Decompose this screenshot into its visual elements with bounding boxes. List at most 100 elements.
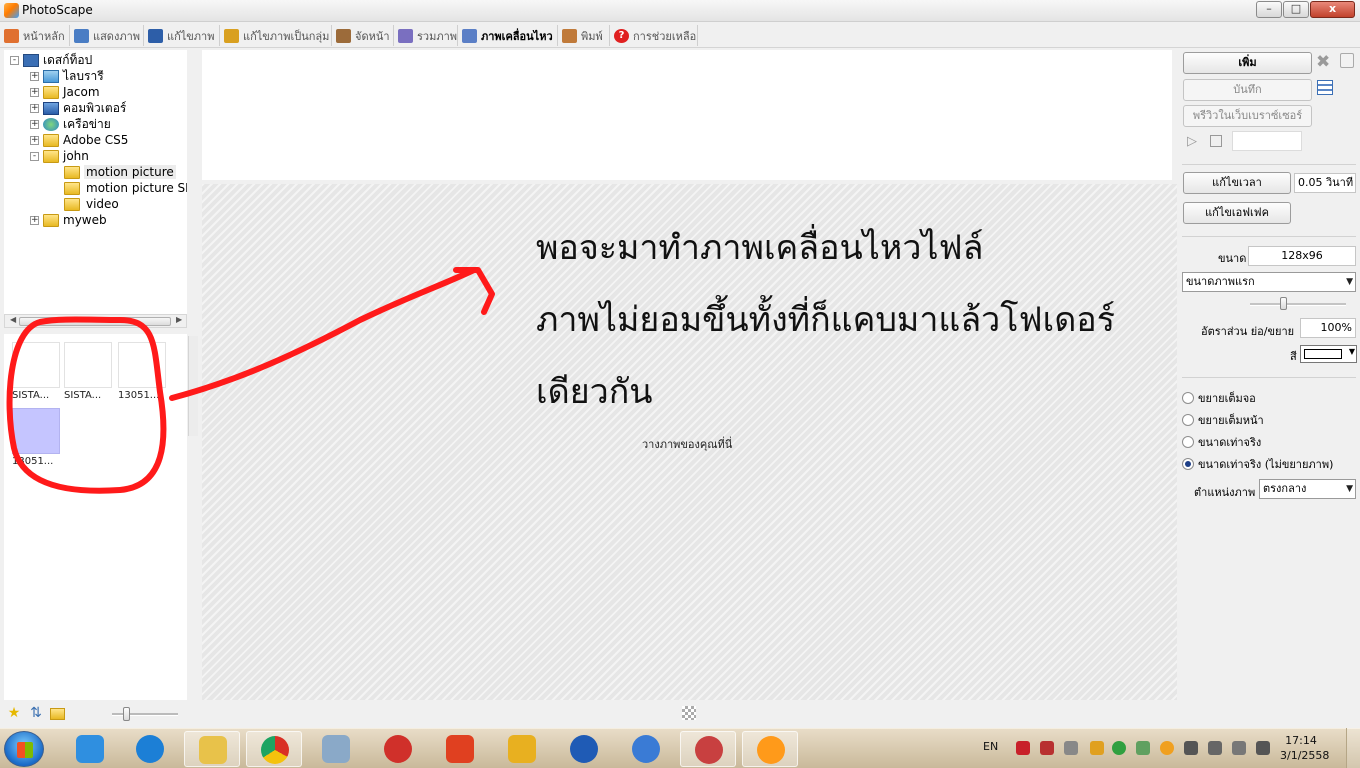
taskbar-calculator[interactable]	[308, 731, 364, 767]
edit-effect-button[interactable]: แก้ไขเอฟเฟค	[1183, 202, 1291, 224]
expand-icon[interactable]: +	[30, 87, 39, 97]
volume-tray-icon[interactable]	[1208, 741, 1222, 755]
taskbar-app-k[interactable]	[432, 731, 488, 767]
add-button[interactable]: เพิ่ม	[1183, 52, 1312, 74]
taskbar-tools[interactable]	[494, 731, 550, 767]
radio-dot[interactable]	[1182, 436, 1194, 448]
color-picker[interactable]: ▼	[1300, 345, 1357, 363]
radio-fit-page[interactable]: ขยายเต็มหน้า	[1182, 411, 1264, 429]
adobe-tray-icon[interactable]	[1016, 741, 1030, 755]
scroll-left-arrow-icon[interactable]: ◀	[10, 315, 16, 324]
tab-home[interactable]: หน้าหลัก	[2, 25, 70, 46]
show-desktop-button[interactable]	[1346, 728, 1360, 768]
thumbnail-zoom-slider[interactable]	[112, 713, 178, 716]
radio-actual-size[interactable]: ขนาดเท่าจริง	[1182, 433, 1261, 451]
orange-tray-icon[interactable]	[1160, 741, 1174, 755]
browser-preview-button[interactable]: พรีวิวในเว็บเบราซ์เซอร์	[1183, 105, 1312, 127]
tab-combine[interactable]: รวมภาพ	[396, 25, 458, 46]
play-icon[interactable]: ▷	[1187, 134, 1197, 149]
taskbar-clock[interactable]: 17:14 3/1/2558	[1280, 733, 1329, 763]
display-tray-icon[interactable]	[1256, 741, 1270, 755]
stop-icon[interactable]	[1210, 135, 1222, 147]
tab-editor[interactable]: แก้ไขภาพ	[146, 25, 220, 46]
taskbar-app-gauge[interactable]	[680, 731, 736, 767]
scrollbar-thumb[interactable]	[19, 317, 171, 326]
thumbnail-image[interactable]	[12, 342, 60, 388]
taskbar-itunes[interactable]	[618, 731, 674, 767]
close-button[interactable]: x	[1310, 1, 1355, 18]
tree-item-adobe-cs5[interactable]: + Adobe CS5	[30, 132, 128, 148]
thumbnail-item[interactable]: SISTA...	[12, 342, 62, 401]
expand-icon[interactable]: +	[30, 71, 39, 81]
tree-item-myweb[interactable]: + myweb	[30, 212, 107, 228]
time-field[interactable]: 0.05 วินาที	[1294, 173, 1356, 193]
expand-icon[interactable]: +	[30, 215, 39, 225]
thumbnail-image-selected[interactable]	[12, 408, 60, 454]
flag-tray-icon[interactable]	[1184, 741, 1198, 755]
tab-print[interactable]: พิมพ์	[560, 25, 610, 46]
thumbnail-item[interactable]: SISTA...	[64, 342, 114, 401]
taskbar-chrome[interactable]	[246, 731, 302, 767]
minimize-button[interactable]: –	[1256, 1, 1282, 18]
tab-viewer[interactable]: แสดงภาพ	[72, 25, 144, 46]
transparency-icon[interactable]	[682, 706, 696, 720]
size-select[interactable]: ขนาดภาพแรก ▼	[1182, 272, 1356, 292]
radio-dot[interactable]	[1182, 414, 1194, 426]
radio-actual-size-no-zoom[interactable]: ขนาดเท่าจริง (ไม่ขยายภาพ)	[1182, 455, 1333, 473]
thumbnail-image[interactable]	[118, 342, 166, 388]
trash-icon[interactable]	[1340, 53, 1354, 68]
taskbar-internet-explorer[interactable]	[122, 731, 178, 767]
thumbnail-zoom-knob[interactable]	[123, 707, 130, 721]
tab-help[interactable]: ? การช่วยเหลือ	[612, 25, 698, 46]
radio-dot[interactable]	[1182, 392, 1194, 404]
tree-item-motion-picture-sis[interactable]: motion picture SIS	[64, 180, 187, 196]
radio-dot-checked[interactable]	[1182, 458, 1194, 470]
taskbar-file-explorer[interactable]	[184, 731, 240, 767]
check-tray-icon[interactable]	[1136, 741, 1150, 755]
refresh-icon[interactable]: ⇅	[28, 706, 44, 721]
expand-icon[interactable]: +	[30, 103, 39, 113]
security-tray-icon[interactable]	[1040, 741, 1054, 755]
save-button[interactable]: บันทึก	[1183, 79, 1312, 101]
thumbnail-item[interactable]: 13051...	[118, 342, 168, 401]
ratio-slider-knob[interactable]	[1280, 297, 1287, 310]
device-tray-icon[interactable]	[1232, 741, 1246, 755]
collapse-icon[interactable]: -	[30, 151, 39, 161]
delete-icon[interactable]: ✖	[1316, 52, 1330, 72]
tree-horizontal-scrollbar[interactable]: ◀ ▶	[4, 314, 187, 328]
collapse-icon[interactable]: -	[10, 55, 19, 65]
scroll-right-arrow-icon[interactable]: ▶	[176, 315, 182, 324]
network-tray-icon[interactable]	[1064, 741, 1078, 755]
frame-list[interactable]	[202, 50, 1172, 180]
tree-item-motion-picture[interactable]: motion picture	[64, 164, 176, 180]
edit-time-button[interactable]: แก้ไขเวลา	[1183, 172, 1291, 194]
panel-splitter[interactable]	[188, 336, 198, 436]
ratio-slider[interactable]	[1250, 303, 1346, 306]
star-icon[interactable]: ★	[6, 706, 22, 721]
preview-canvas[interactable]: พอจะมาทำภาพเคลื่อนไหวไฟล์ ภาพไม่ยอมขึ้นท…	[202, 184, 1177, 700]
radio-fit-screen[interactable]: ขยายเต็มจอ	[1182, 389, 1256, 407]
maximize-button[interactable]: □	[1283, 1, 1309, 18]
tree-item-library[interactable]: + ไลบรารี	[30, 68, 104, 84]
tab-animated-gif[interactable]: ภาพเคลื่อนไหว	[460, 25, 558, 46]
tab-batch-editor[interactable]: แก้ไขภาพเป็นกลุ่ม	[222, 25, 332, 46]
taskbar-firefox[interactable]	[556, 731, 612, 767]
expand-icon[interactable]: +	[30, 135, 39, 145]
taskbar-media-player[interactable]	[62, 731, 118, 767]
tree-item-network[interactable]: + เครือข่าย	[30, 116, 111, 132]
position-select[interactable]: ตรงกลาง ▼	[1259, 479, 1356, 499]
taskbar-app-red[interactable]	[370, 731, 426, 767]
tree-item-video[interactable]: video	[64, 196, 121, 212]
tree-item-john[interactable]: - john	[30, 148, 89, 164]
tools-tray-icon[interactable]	[1090, 741, 1104, 755]
frame-settings-icon[interactable]	[1317, 80, 1333, 95]
green-tray-icon[interactable]	[1112, 741, 1126, 755]
taskbar-photoscape[interactable]	[742, 731, 798, 767]
thumbnail-image[interactable]	[64, 342, 112, 388]
expand-icon[interactable]: +	[30, 119, 39, 129]
folder-browse-icon[interactable]	[50, 708, 65, 720]
language-indicator[interactable]: EN	[983, 740, 998, 753]
tab-page[interactable]: จัดหน้า	[334, 25, 394, 46]
ratio-field[interactable]: 100%	[1300, 318, 1356, 338]
start-button[interactable]	[4, 731, 44, 767]
